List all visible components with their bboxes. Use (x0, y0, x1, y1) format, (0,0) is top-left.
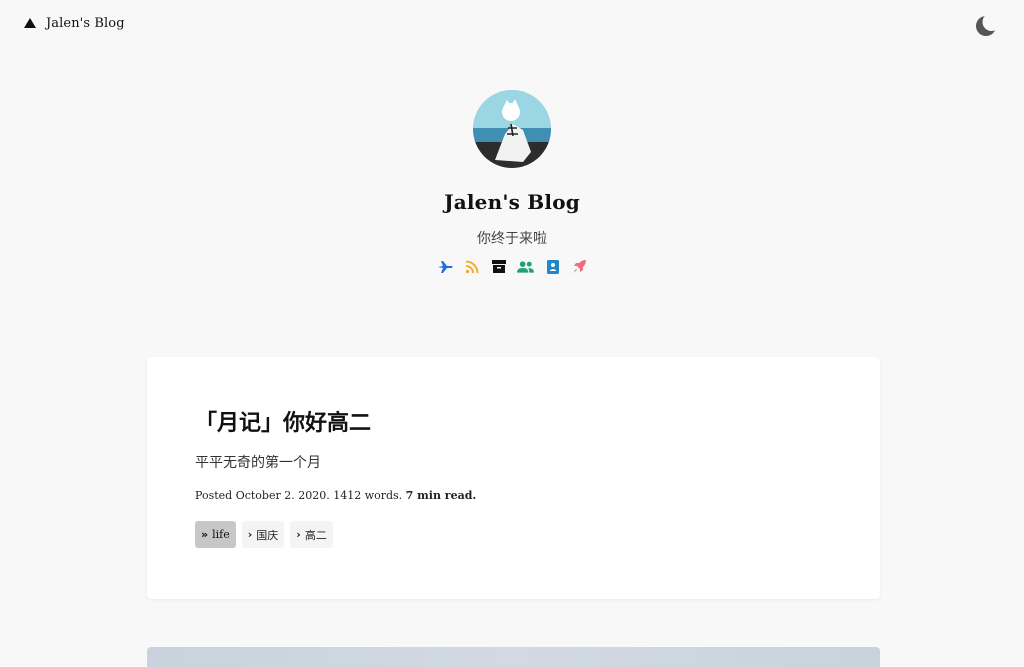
plane-icon[interactable] (436, 258, 453, 275)
triangle-logo-icon (24, 17, 36, 28)
post-title[interactable]: 「月记」你好高二 (195, 405, 371, 437)
tag-label: life (212, 528, 230, 541)
post-meta: Posted October 2. 2020. 1412 words. 7 mi… (195, 489, 476, 502)
moon-icon[interactable] (975, 13, 1001, 37)
post-tags: » life › 国庆 › 高二 (195, 521, 333, 548)
top-navigation: Jalen's Blog (0, 0, 1024, 52)
tag-guoqing[interactable]: › 国庆 (241, 521, 285, 548)
social-links (0, 258, 1024, 275)
brand-link[interactable]: Jalen's Blog (24, 16, 125, 31)
tag-label: 高二 (304, 528, 327, 542)
post-meta-text: Posted October 2. 2020. 1412 words. (195, 489, 403, 502)
avatar (473, 90, 551, 168)
archive-icon[interactable] (490, 258, 507, 275)
tag-life[interactable]: » life (195, 521, 236, 548)
users-icon[interactable] (517, 258, 534, 275)
site-title: Jalen's Blog (444, 190, 580, 214)
brand-text: Jalen's Blog (46, 16, 125, 31)
site-subtitle: 你终于来啦 (477, 231, 547, 247)
post-card[interactable]: 「月记」你好高二 平平无奇的第一个月 Posted October 2. 202… (147, 357, 880, 599)
chevron-right-icon: › (296, 528, 301, 541)
hero-header: Jalen's Blog 你终于来啦 (0, 90, 1024, 275)
contact-card-icon[interactable] (544, 258, 561, 275)
chevron-right-icon: › (247, 528, 253, 541)
rss-icon[interactable] (463, 258, 480, 275)
post-excerpt: 平平无奇的第一个月 (195, 455, 321, 471)
tag-label: 国庆 (256, 528, 279, 542)
next-post-card[interactable] (147, 647, 880, 667)
double-chevron-right-icon: » (201, 528, 209, 541)
tag-gaoer[interactable]: › 高二 (290, 521, 333, 548)
post-read-time: 7 min read. (405, 489, 477, 502)
rocket-icon[interactable] (571, 258, 588, 275)
